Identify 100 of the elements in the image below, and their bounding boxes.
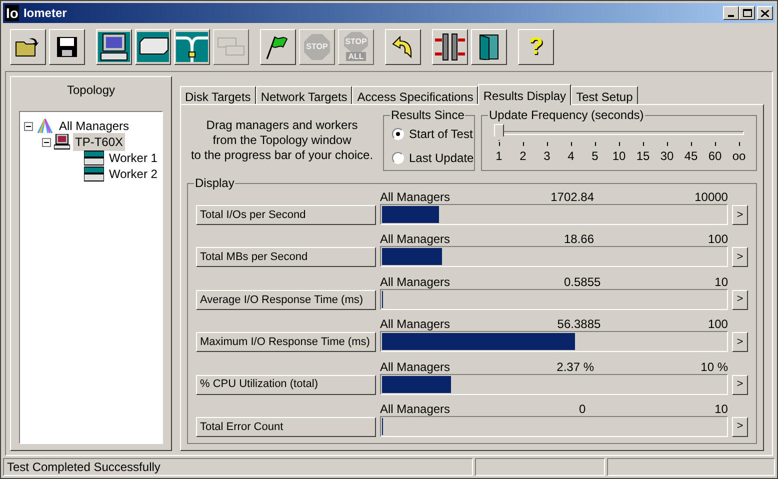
tick-label: 45 [684, 148, 698, 164]
value-label: 18.66 [564, 232, 594, 246]
tick-label: 1 [496, 148, 502, 164]
tree-item[interactable]: Worker 1 [107, 149, 160, 167]
expand-button[interactable]: > [732, 374, 748, 395]
tick-label: 30 [660, 148, 674, 164]
tab[interactable]: Disk Targets [180, 86, 256, 104]
tick-mark [618, 142, 620, 146]
source-label: All Managers [380, 190, 450, 204]
max-label: 100 [708, 232, 728, 246]
tick-label: 10 [612, 148, 626, 164]
panel-title: Topology [66, 82, 116, 99]
tick-mark [642, 142, 644, 146]
source-label: All Managers [380, 360, 450, 374]
instruction-text: from the Topology window [212, 132, 352, 148]
stop-sign-icon: STOP [304, 34, 330, 60]
tab[interactable]: Access Specifications [352, 86, 478, 104]
tick-label: 3 [544, 148, 550, 164]
network-icon [176, 32, 208, 62]
collapse-toggle-icon[interactable] [24, 122, 33, 130]
disk-drive-icon [137, 32, 169, 62]
tab[interactable]: Results Display [478, 84, 572, 105]
tick-label: oo [732, 148, 746, 164]
group-title: Display [194, 176, 236, 190]
value-label: 0.5855 [564, 274, 601, 289]
radio-button[interactable] [392, 152, 404, 164]
disconnect-icon [434, 33, 466, 61]
metric-button[interactable]: Maximum I/O Response Time (ms) [196, 332, 376, 352]
metric-button[interactable]: Total I/Os per Second [196, 205, 376, 225]
tree-item[interactable]: Worker 2 [107, 165, 160, 183]
source-label: All Managers [380, 402, 450, 416]
expand-button[interactable]: > [732, 247, 748, 268]
maximize-button[interactable] [739, 6, 755, 20]
source-label: All Managers [380, 317, 450, 332]
tick-mark [738, 142, 740, 146]
value-label: 0 [578, 402, 586, 416]
max-label: 10 [714, 274, 728, 289]
tick-label: 2 [520, 148, 526, 164]
tab[interactable]: Network Targets [256, 86, 352, 104]
tick-label: 4 [568, 148, 574, 164]
tick-mark [594, 142, 596, 146]
max-label: 10000 [694, 190, 728, 204]
tick-mark [666, 142, 668, 146]
metric-button[interactable]: Total MBs per Second [196, 247, 376, 268]
toolbar-button[interactable] [385, 29, 421, 65]
network-managers-icon [36, 118, 54, 134]
group-title: Update Frequency (seconds) [488, 108, 645, 122]
tick-mark [690, 142, 692, 146]
instruction-text: Drag managers and workers [206, 118, 358, 132]
value-label: 1702.84 [550, 190, 594, 204]
tab[interactable]: Test Setup [571, 86, 638, 104]
tree-item[interactable]: TP-T60X [73, 133, 126, 151]
toolbar-button[interactable] [471, 29, 507, 65]
expand-button[interactable]: > [732, 416, 748, 437]
expand-button[interactable]: > [732, 290, 748, 310]
toolbar-button[interactable] [96, 29, 132, 65]
group-title: Results Since [390, 108, 466, 122]
metric-button[interactable]: Average I/O Response Time (ms) [196, 290, 376, 310]
folder-icon [15, 36, 41, 58]
max-label: 10 [714, 402, 728, 416]
collapse-toggle-icon[interactable] [42, 138, 51, 146]
door-icon [478, 34, 500, 60]
tick-label: 15 [636, 148, 650, 164]
toolbar-button[interactable] [135, 29, 171, 65]
tick-label: 5 [592, 148, 598, 164]
disk-drive-icon [84, 166, 104, 182]
radio-button[interactable] [392, 128, 404, 140]
disk-drive-icon [84, 150, 104, 166]
tick-mark [570, 142, 572, 146]
tick-mark [498, 142, 500, 146]
tick-label: 60 [708, 148, 722, 164]
close-button[interactable] [757, 6, 773, 20]
window-title: Iometer [23, 5, 68, 22]
metric-button[interactable]: Total Error Count [196, 416, 376, 437]
computer-icon [54, 134, 70, 150]
tick-mark [522, 142, 524, 146]
tree-item[interactable]: All Managers [57, 117, 132, 135]
tick-mark [546, 142, 548, 146]
instruction-text: to the progress bar of your choice. [190, 148, 374, 162]
metric-button[interactable]: % CPU Utilization (total) [196, 374, 376, 395]
source-label: All Managers [380, 274, 450, 289]
value-label: 56.3885 [557, 317, 601, 332]
expand-button[interactable]: > [732, 205, 748, 225]
tick-mark [714, 142, 716, 146]
radio-label: Last Update [409, 150, 474, 167]
toolbar-button[interactable] [260, 29, 296, 65]
toolbar-button[interactable] [174, 29, 210, 65]
max-label: 10 % [700, 360, 728, 374]
minimize-button[interactable] [723, 6, 739, 20]
radio-label: Start of Test [409, 126, 473, 143]
max-label: 100 [708, 317, 728, 332]
toolbar-button[interactable] [10, 29, 46, 65]
computer-icon [98, 32, 130, 62]
toolbar-button[interactable] [432, 29, 468, 65]
source-label: All Managers [380, 232, 450, 246]
app-logo: Io [5, 5, 20, 21]
slider-thumb[interactable] [494, 124, 504, 141]
expand-button[interactable]: > [732, 332, 748, 352]
value-label: 2.37 % [556, 360, 594, 374]
toolbar-button[interactable] [49, 29, 85, 65]
